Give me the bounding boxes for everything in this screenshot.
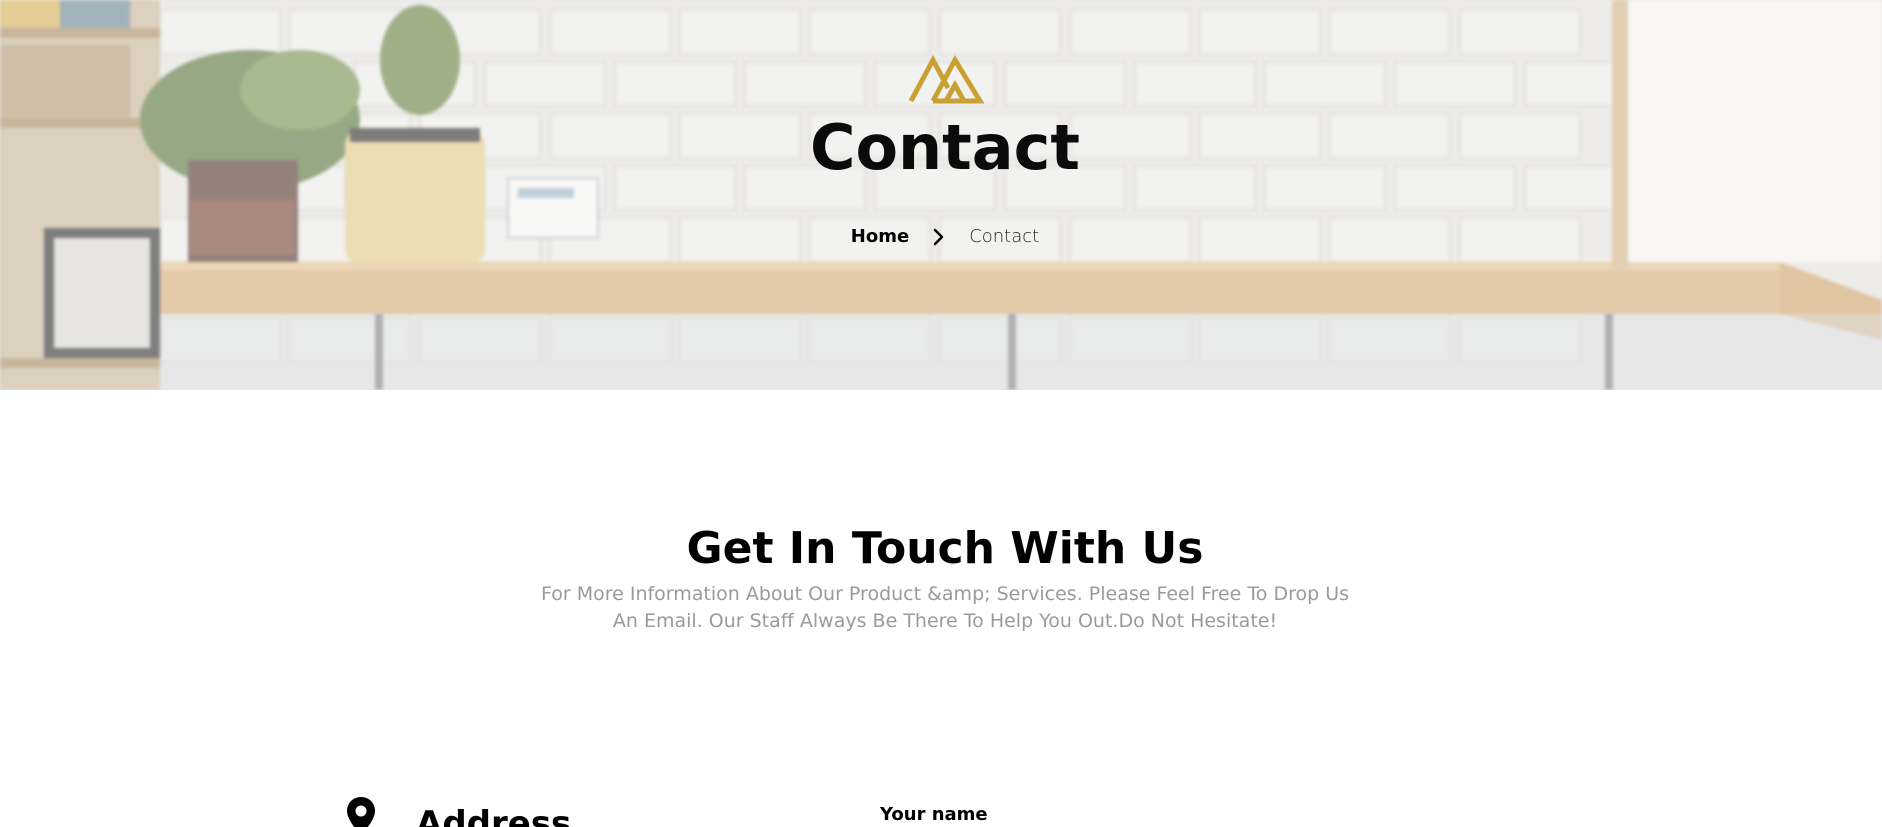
- breadcrumb-home-link[interactable]: Home: [851, 224, 909, 250]
- map-pin-icon: [347, 797, 375, 827]
- address-heading: Address: [416, 804, 572, 827]
- address-info: Address: [346, 790, 646, 827]
- chevron-right-icon: [925, 226, 955, 248]
- hero-content: Contact Home Contact: [0, 0, 1882, 390]
- your-name-label: Your name: [880, 804, 988, 825]
- contact-page: Contact Home Contact Get In Touch With U…: [0, 0, 1882, 827]
- breadcrumb: Home Contact: [0, 224, 1882, 250]
- breadcrumb-current: Contact: [969, 226, 1040, 247]
- brand-logo-icon[interactable]: [908, 54, 984, 104]
- section-description: For More Information About Our Product &…: [540, 583, 1350, 632]
- hero-banner: Contact Home Contact: [0, 0, 1882, 390]
- section-title: Get In Touch With Us: [686, 523, 1204, 574]
- page-title: Contact: [809, 111, 1081, 184]
